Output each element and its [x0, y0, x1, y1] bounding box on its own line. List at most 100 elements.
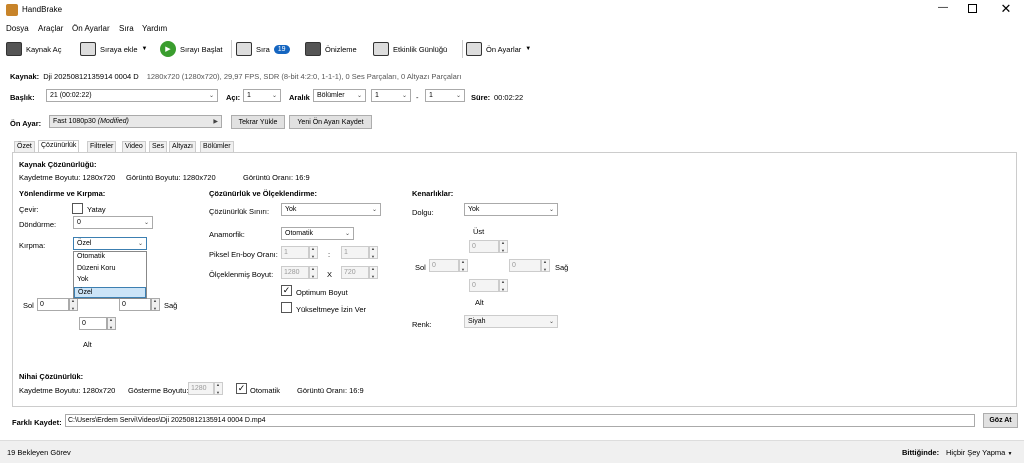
pixel-aspect-width-spinner[interactable]: [309, 246, 318, 259]
source-label: Kaynak:: [10, 72, 40, 81]
activity-log-button[interactable]: Etkinlik Günlüğü: [373, 40, 447, 58]
borders-title: Kenarlıklar:: [412, 189, 454, 198]
crop-option-loose[interactable]: Düzeni Koru: [74, 264, 146, 276]
tab-filters[interactable]: Filtreler: [87, 141, 117, 152]
final-resolution-title: Nihai Çözünürlük:: [19, 372, 84, 381]
border-right-input[interactable]: 0: [509, 259, 541, 272]
scaled-height-input[interactable]: 720: [341, 266, 369, 279]
final-storage-size: Kaydetme Boyutu: 1280x720: [19, 386, 116, 395]
menu-queue[interactable]: Sıra: [119, 24, 134, 33]
final-aspect-ratio: Görüntü Oranı: 16:9: [297, 386, 364, 395]
reload-preset-button[interactable]: Tekrar Yükle: [231, 115, 285, 129]
crop-option-none[interactable]: Yok: [74, 275, 146, 287]
anamorphic-dropdown[interactable]: Otomatik ⌄: [281, 227, 354, 240]
minimize-button[interactable]: —: [933, 2, 953, 13]
tab-subtitles[interactable]: Altyazı: [169, 141, 197, 152]
angle-dropdown[interactable]: 1 ⌄: [243, 89, 281, 102]
scaled-width-spinner[interactable]: [309, 266, 318, 279]
tab-video[interactable]: Video: [122, 141, 146, 152]
pixel-aspect-height-spinner[interactable]: [369, 246, 378, 259]
source-aspect-ratio: Görüntü Oranı: 16:9: [243, 173, 310, 182]
border-top-input[interactable]: 0: [469, 240, 499, 253]
crop-dropdown[interactable]: Özel ⌄: [73, 237, 147, 250]
browse-button[interactable]: Göz At: [983, 413, 1018, 428]
add-to-queue-button[interactable]: Sıraya ekle ▼: [80, 40, 147, 58]
when-done-dropdown[interactable]: Hiçbir Şey Yapma ▼: [946, 448, 1012, 457]
border-left-spinner[interactable]: [459, 259, 468, 272]
preset-selector[interactable]: Fast 1080p30 (Modified) ▶: [49, 115, 222, 128]
resolution-limit-dropdown[interactable]: Yok ⌄: [281, 203, 381, 216]
range-start-dropdown[interactable]: 1 ⌄: [371, 89, 411, 102]
crop-option-custom[interactable]: Özel: [74, 286, 146, 298]
fill-dropdown[interactable]: Yok ⌄: [464, 203, 558, 216]
film-icon: [6, 42, 22, 56]
display-size-spinner[interactable]: [214, 382, 223, 395]
range-end-dropdown[interactable]: 1 ⌄: [425, 89, 465, 102]
menu-presets[interactable]: Ön Ayarlar: [72, 24, 110, 33]
crop-left-input[interactable]: 0: [37, 298, 69, 311]
start-queue-button[interactable]: ▶ Sırayı Başlat: [160, 40, 223, 58]
display-size-input[interactable]: 1280: [188, 382, 214, 395]
pixel-aspect-separator: :: [328, 250, 331, 259]
open-source-button[interactable]: Kaynak Aç: [6, 40, 61, 58]
menu-help[interactable]: Yardım: [142, 24, 167, 33]
preset-label: Ön Ayar:: [10, 119, 42, 128]
chevron-down-icon: ⌄: [137, 241, 143, 247]
border-left-input[interactable]: 0: [429, 259, 459, 272]
border-right-spinner[interactable]: [541, 259, 550, 272]
save-new-preset-button[interactable]: Yeni Ön Ayarı Kaydet: [289, 115, 372, 129]
rotate-dropdown[interactable]: 0 ⌄: [73, 216, 153, 229]
close-button[interactable]: ✕: [998, 1, 1014, 17]
duration-value: 00:02:22: [494, 93, 524, 102]
range-separator: -: [416, 93, 419, 102]
tab-summary[interactable]: Özet: [14, 141, 35, 152]
border-bottom-spinner[interactable]: [499, 279, 508, 292]
menu-file[interactable]: Dosya: [6, 24, 29, 33]
crop-bottom-spinner[interactable]: [107, 317, 116, 330]
window-title: HandBrake: [22, 5, 63, 14]
allow-upscaling-checkbox[interactable]: [281, 302, 292, 313]
crop-bottom-input[interactable]: 0: [79, 317, 107, 330]
scaled-size-separator: X: [327, 270, 333, 279]
crop-right-spinner[interactable]: [151, 298, 160, 311]
tab-audio[interactable]: Ses: [149, 141, 168, 152]
range-mode-dropdown[interactable]: Bölümler ⌄: [313, 89, 366, 102]
queue-button[interactable]: Sıra 19: [236, 40, 290, 58]
preset-name: Fast 1080p30: [53, 118, 96, 125]
border-bottom-input[interactable]: 0: [469, 279, 499, 292]
optimal-size-checkbox[interactable]: ✓: [281, 285, 292, 296]
auto-display-checkbox[interactable]: ✓: [236, 383, 247, 394]
menu-tools[interactable]: Araçlar: [38, 24, 63, 33]
border-bottom-label: Alt: [475, 298, 484, 307]
rotate-label: Döndürme:: [19, 220, 57, 229]
duration-label: Süre:: [471, 93, 491, 102]
allow-upscaling-label: Yükseltmeye İzin Ver: [296, 305, 367, 314]
source-storage-size: Kaydetme Boyutu: 1280x720: [19, 173, 116, 182]
menu-bar: Dosya Araçlar Ön Ayarlar Sıra Yardım: [0, 20, 1024, 36]
maximize-button[interactable]: [968, 4, 977, 13]
border-top-spinner[interactable]: [499, 240, 508, 253]
destination-path-input[interactable]: C:\Users\Erdem Servi\Videos\Dji 20250812…: [65, 414, 975, 427]
chevron-down-icon: ▼: [1007, 451, 1013, 457]
preview-button[interactable]: Önizleme: [305, 40, 357, 58]
border-color-dropdown[interactable]: Siyah ⌄: [464, 315, 558, 328]
presets-button[interactable]: Ön Ayarlar ▼: [466, 40, 531, 58]
flip-horizontal-label: Yatay: [87, 205, 106, 214]
flip-horizontal-checkbox[interactable]: [72, 203, 83, 214]
scaled-height-spinner[interactable]: [369, 266, 378, 279]
gear-icon: [466, 42, 482, 56]
chevron-down-icon: ⌄: [401, 93, 407, 99]
chevron-down-icon[interactable]: ▼: [525, 46, 531, 52]
crop-right-input[interactable]: 0: [119, 298, 151, 311]
tab-chapters[interactable]: Bölümler: [200, 141, 234, 152]
pixel-aspect-height-input[interactable]: 1: [341, 246, 369, 259]
scaled-width-input[interactable]: 1280: [281, 266, 309, 279]
pixel-aspect-width-input[interactable]: 1: [281, 246, 309, 259]
chevron-down-icon[interactable]: ▼: [142, 46, 148, 52]
crop-option-automatic[interactable]: Otomatik: [74, 252, 146, 264]
save-as-label: Farklı Kaydet:: [12, 418, 62, 427]
title-dropdown[interactable]: 21 (00:02:22) ⌄: [46, 89, 218, 102]
crop-left-spinner[interactable]: [69, 298, 78, 311]
fill-label: Dolgu:: [412, 208, 434, 217]
border-color-label: Renk:: [412, 320, 432, 329]
